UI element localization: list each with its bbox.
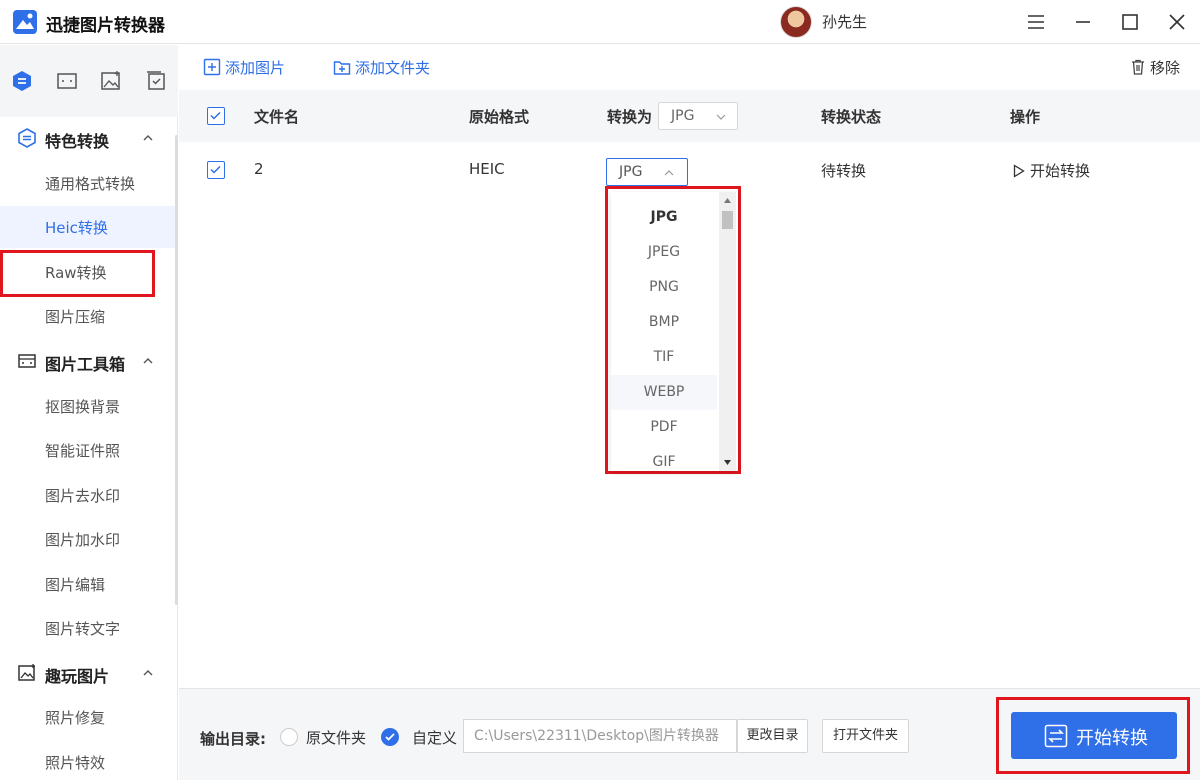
row-start-convert-button[interactable]: 开始转换 xyxy=(1013,160,1090,181)
sidebar-icon-row xyxy=(0,45,178,117)
dropdown-option-gif[interactable]: GIF xyxy=(611,445,717,471)
header-action: 操作 xyxy=(1010,108,1041,126)
sidebar-item-remove-watermark[interactable]: 图片去水印 xyxy=(0,474,178,516)
header-status: 转换状态 xyxy=(821,108,882,126)
radio-original-label[interactable]: 原文件夹 xyxy=(306,727,366,748)
image-sparkle-icon xyxy=(17,663,37,683)
row-format-select[interactable]: JPG xyxy=(606,158,688,186)
sidebar: 特色转换 通用格式转换 Heic转换 Raw转换 图片压缩 图片工具箱 抠图换背… xyxy=(0,45,178,780)
start-button-highlight: 开始转换 xyxy=(996,697,1190,774)
sidebar-item-heic[interactable]: Heic转换 xyxy=(0,206,178,248)
dropdown-option-pdf[interactable]: PDF xyxy=(611,410,717,445)
close-icon[interactable] xyxy=(1165,10,1189,34)
chevron-up-icon[interactable] xyxy=(140,130,156,146)
convert-icon[interactable] xyxy=(10,69,34,93)
sidebar-item-general-convert[interactable]: 通用格式转换 xyxy=(0,162,178,204)
dropdown-option-bmp[interactable]: BMP xyxy=(611,305,717,340)
start-convert-button[interactable]: 开始转换 xyxy=(1011,712,1177,759)
minimize-icon[interactable] xyxy=(1071,10,1095,34)
row-original-format: HEIC xyxy=(469,160,505,178)
sidebar-item-edit[interactable]: 图片编辑 xyxy=(0,563,178,605)
play-icon xyxy=(1013,164,1025,178)
chevron-down-icon xyxy=(716,114,726,120)
toolbox-icon xyxy=(17,351,37,371)
convert-icon xyxy=(17,128,37,148)
dropdown-option-jpg[interactable]: JPG xyxy=(611,200,717,235)
bulk-format-select[interactable]: JPG xyxy=(658,102,738,130)
table-header: 文件名 原始格式 转换为 JPG 转换状态 操作 xyxy=(179,90,1200,142)
chevron-up-icon[interactable] xyxy=(140,665,156,681)
plus-square-icon xyxy=(203,58,221,76)
trash-icon xyxy=(1132,59,1144,75)
select-all-checkbox[interactable] xyxy=(207,107,225,125)
convert-arrows-icon xyxy=(1044,724,1068,748)
chevron-up-icon[interactable] xyxy=(140,353,156,369)
dropdown-option-png[interactable]: PNG xyxy=(611,270,717,305)
toolbar: 添加图片 添加文件夹 移除 xyxy=(179,45,1200,90)
header-convert-to: 转换为 xyxy=(607,108,653,126)
sidebar-item-compress[interactable]: 图片压缩 xyxy=(0,295,178,337)
open-folder-button[interactable]: 打开文件夹 xyxy=(822,719,909,753)
app-logo-icon xyxy=(12,9,38,35)
header-original-format: 原始格式 xyxy=(469,108,530,126)
menu-icon[interactable] xyxy=(1024,10,1048,34)
username[interactable]: 孙先生 xyxy=(822,11,867,32)
sidebar-item-ocr[interactable]: 图片转文字 xyxy=(0,607,178,649)
highlight-box xyxy=(0,250,155,297)
row-filename: 2 xyxy=(254,160,264,178)
avatar[interactable] xyxy=(780,6,812,38)
tasks-icon[interactable] xyxy=(144,69,168,93)
output-path-input[interactable]: C:\Users\22311\Desktop\图片转换器 xyxy=(463,719,737,753)
section-fun-images[interactable]: 趣玩图片 xyxy=(0,653,178,693)
scroll-down-arrow-icon xyxy=(724,460,731,465)
section-label: 趣玩图片 xyxy=(45,667,110,686)
sidebar-item-photo-effects[interactable]: 照片特效 xyxy=(0,741,178,780)
row-checkbox[interactable] xyxy=(207,161,225,179)
radio-original-folder[interactable] xyxy=(280,728,298,746)
dropdown-option-jpeg[interactable]: JPEG xyxy=(611,235,717,270)
section-label: 特色转换 xyxy=(45,132,110,151)
sidebar-item-id-photo[interactable]: 智能证件照 xyxy=(0,429,178,471)
sidebar-item-photo-repair[interactable]: 照片修复 xyxy=(0,696,178,738)
section-special-convert[interactable]: 特色转换 xyxy=(0,118,178,158)
app-title: 迅捷图片转换器 xyxy=(46,16,165,36)
change-dir-button[interactable]: 更改目录 xyxy=(737,719,808,753)
format-dropdown-list: JPG JPEG PNG BMP TIF WEBP PDF GIF xyxy=(611,192,738,471)
image-icon[interactable] xyxy=(99,69,123,93)
check-icon xyxy=(385,733,395,741)
format-dropdown: JPG JPEG PNG BMP TIF WEBP PDF GIF xyxy=(605,186,741,474)
remove-button[interactable]: 移除 xyxy=(1129,57,1180,78)
add-folder-button[interactable]: 添加文件夹 xyxy=(333,57,430,78)
toolbox-icon[interactable] xyxy=(55,69,79,93)
output-dir-label: 输出目录: xyxy=(200,730,266,748)
header-filename: 文件名 xyxy=(254,108,300,126)
chevron-up-icon xyxy=(664,170,674,176)
title-bar: 迅捷图片转换器 孙先生 xyxy=(0,0,1200,44)
radio-custom-label[interactable]: 自定义 xyxy=(412,727,457,748)
dropdown-option-tif[interactable]: TIF xyxy=(611,340,717,375)
sidebar-item-add-watermark[interactable]: 图片加水印 xyxy=(0,518,178,560)
bottom-bar: 输出目录: 原文件夹 自定义 C:\Users\22311\Desktop\图片… xyxy=(179,688,1200,780)
scroll-up-arrow-icon xyxy=(724,198,731,203)
section-label: 图片工具箱 xyxy=(45,355,126,374)
radio-custom[interactable] xyxy=(381,728,399,746)
maximize-icon[interactable] xyxy=(1118,10,1142,34)
add-folder-icon xyxy=(333,61,351,75)
dropdown-option-webp[interactable]: WEBP xyxy=(611,375,717,410)
sidebar-item-cutout[interactable]: 抠图换背景 xyxy=(0,385,178,427)
sidebar-scrollbar[interactable] xyxy=(175,135,178,605)
add-image-button[interactable]: 添加图片 xyxy=(203,57,285,78)
scroll-thumb[interactable] xyxy=(722,211,733,229)
dropdown-scrollbar[interactable] xyxy=(719,192,736,471)
section-image-toolbox[interactable]: 图片工具箱 xyxy=(0,341,178,381)
row-status: 待转换 xyxy=(821,162,867,180)
